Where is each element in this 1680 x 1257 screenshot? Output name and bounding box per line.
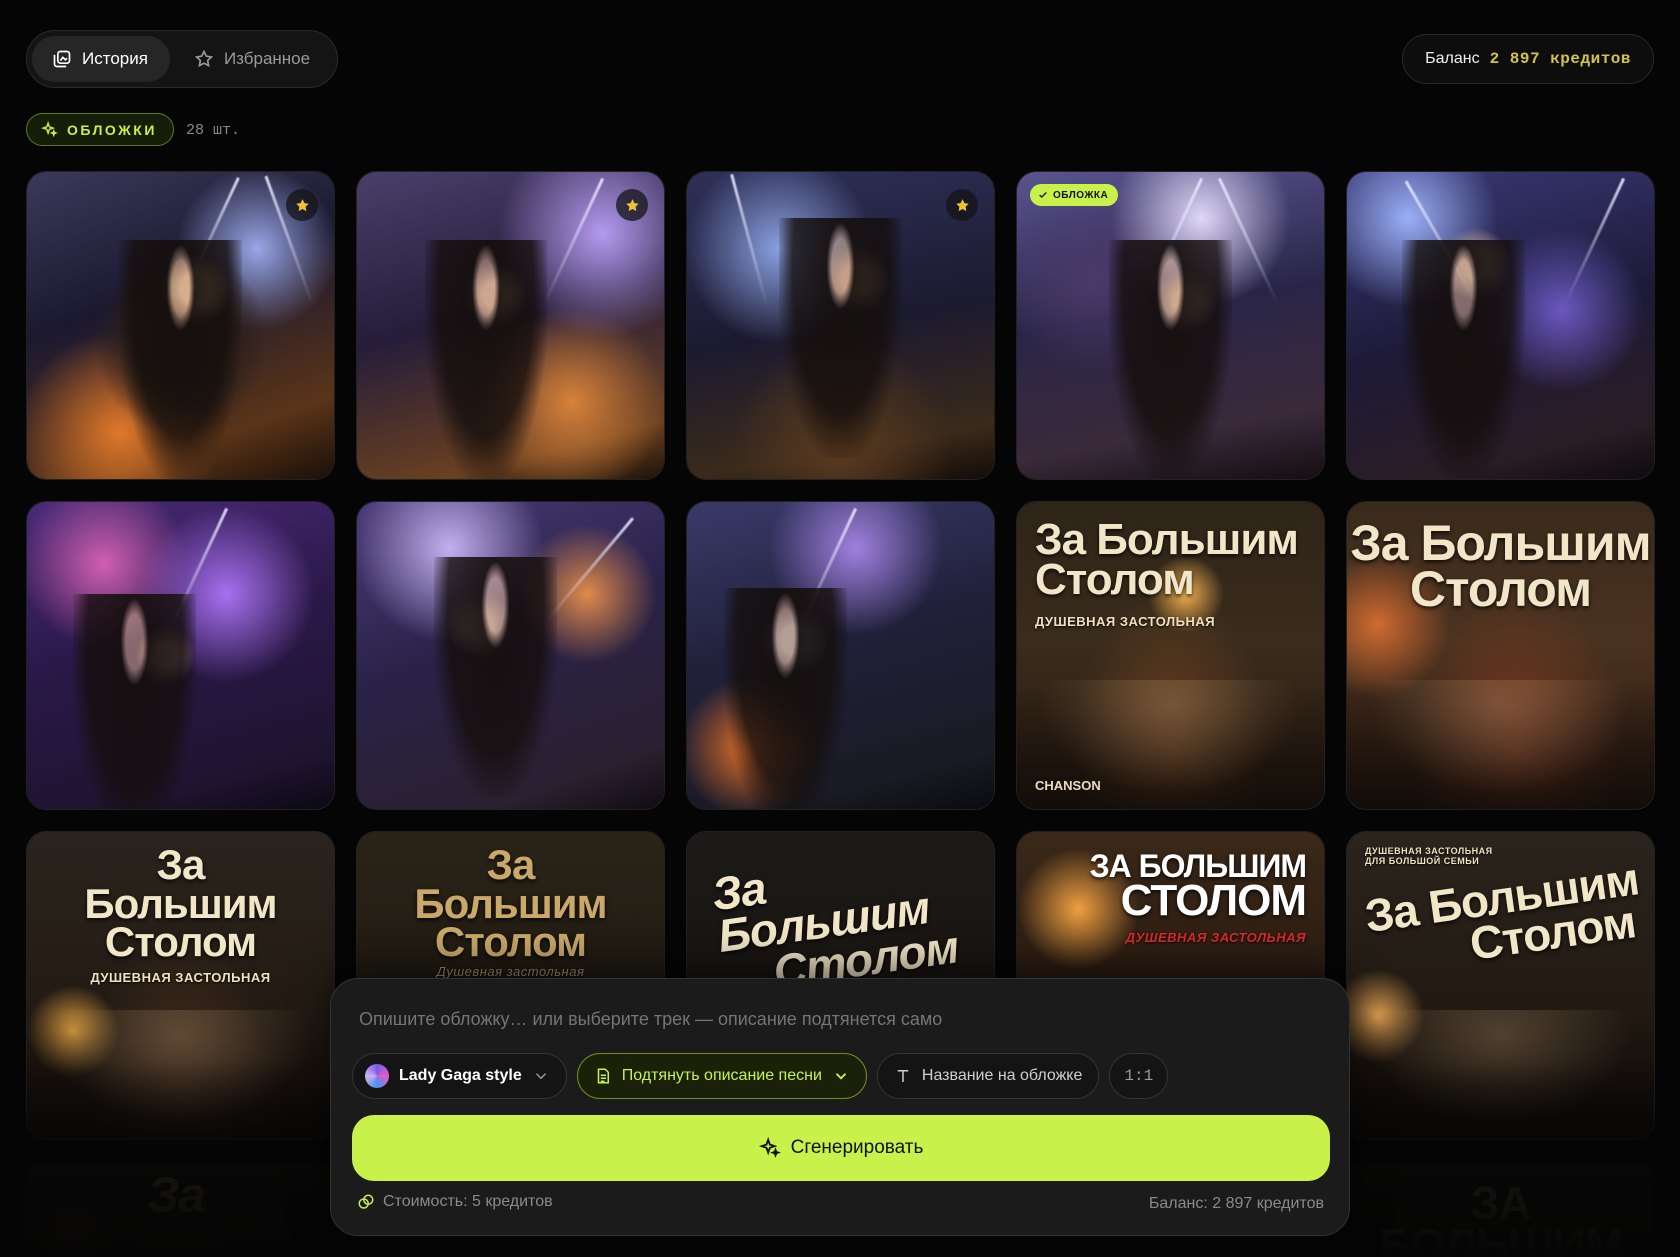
cover-card[interactable]: За Большим Столом ДУШЕВНАЯ ЗАСТОЛЬНАЯ: [26, 831, 335, 1140]
generate-button[interactable]: Сгенерировать: [352, 1115, 1330, 1181]
cover-title: За Большим Столом: [1347, 515, 1654, 617]
cover-title: За Большим Столом: [1035, 515, 1299, 605]
cover-brand: CHANSON: [1035, 778, 1101, 793]
composer-options: Lady Gaga style Подтянуть описание песни…: [352, 1053, 1169, 1099]
cover-title: За Большим Столом: [357, 841, 664, 966]
cover-card[interactable]: [356, 171, 665, 480]
cover-kicker-line: ДУШЕВНАЯ ЗАСТОЛЬНАЯ: [1365, 846, 1493, 856]
cover-card-selected[interactable]: ОБЛОЖКА: [1016, 171, 1325, 480]
balance-amount: 2 897 кредитов: [1489, 50, 1631, 68]
chevron-down-icon: [535, 1073, 546, 1080]
tab-favorites-label: Избранное: [223, 49, 311, 68]
favorite-toggle[interactable]: [946, 189, 978, 221]
favorite-toggle[interactable]: [286, 189, 318, 221]
cover-image: [1017, 172, 1324, 479]
star-outline-icon: [194, 49, 214, 68]
style-selector[interactable]: Lady Gaga style: [352, 1053, 567, 1099]
cover-card[interactable]: За Большим Столом: [1346, 501, 1655, 810]
cover-subtitle: ДУШЕВНАЯ ЗАСТОЛЬНАЯ: [1035, 614, 1216, 629]
document-icon: [597, 1068, 609, 1084]
cover-image: [27, 502, 334, 809]
cover-title-line: За: [156, 841, 206, 888]
cover-card[interactable]: [686, 171, 995, 480]
cover-title-button-label: Название на обложке: [921, 1067, 1083, 1084]
cover-card[interactable]: [26, 171, 335, 480]
balance-label: Баланс: [1425, 50, 1480, 67]
cover-title-line: СТОЛОМ: [1120, 876, 1307, 926]
cover-title: ЗА БОЛЬШИМ: [1378, 1177, 1624, 1257]
cover-card[interactable]: За Большим Столом ДУШЕВНАЯ ЗАСТОЛЬНАЯ CH…: [1016, 501, 1325, 810]
cover-title: ЗА БОЛЬШИМ СТОЛОМ: [1090, 850, 1307, 926]
cover-subtitle: ДУШЕВНАЯ ЗАСТОЛЬНАЯ: [90, 970, 271, 985]
tab-favorites[interactable]: Избранное: [174, 36, 332, 82]
cover-title-line: Столом: [1409, 561, 1592, 617]
check-icon: [1039, 192, 1047, 198]
cover-image: [1347, 172, 1654, 479]
cover-title-line: За: [486, 841, 536, 888]
cover-badge-label: ОБЛОЖКА: [1053, 189, 1109, 201]
cover-selected-badge: ОБЛОЖКА: [1030, 184, 1119, 206]
cover-card[interactable]: [356, 501, 665, 810]
cover-title-line: За Большим: [1035, 515, 1299, 564]
balance-indicator: Баланс 2 897 кредитов: [1402, 34, 1654, 84]
cost-info: Стоимость: 5 кредитов: [357, 1193, 553, 1211]
text-icon: [897, 1070, 909, 1082]
style-selector-label: Lady Gaga style: [399, 1067, 522, 1084]
cover-kicker: ДУШЕВНАЯ ЗАСТОЛЬНАЯ ДЛЯ БОЛЬШОЙ СЕМЬИ: [1365, 846, 1493, 866]
cover-card[interactable]: [686, 501, 995, 810]
cost-label: Стоимость: 5 кредитов: [383, 1193, 553, 1210]
coins-icon: [358, 1194, 374, 1209]
favorite-toggle[interactable]: [616, 189, 648, 221]
star-filled-icon: [295, 198, 309, 211]
covers-count: 28 шт.: [186, 122, 241, 139]
tab-history-label: История: [82, 49, 148, 68]
star-filled-icon: [625, 198, 639, 211]
star-filled-icon: [955, 198, 969, 211]
cover-image: [357, 172, 664, 479]
pull-song-description-label: Подтянуть описание песни: [621, 1067, 822, 1084]
cover-title: За Большим Столом: [27, 841, 334, 966]
cover-title-button[interactable]: Название на обложке: [876, 1053, 1100, 1099]
composer-balance: Баланс: 2 897 кредитов: [1148, 1195, 1324, 1212]
cover-card[interactable]: [26, 501, 335, 810]
cover-subtitle: Душевная застольная: [436, 964, 585, 979]
composer-panel: Lady Gaga style Подтянуть описание песни…: [330, 978, 1350, 1236]
cover-card[interactable]: [1346, 171, 1655, 480]
tab-history[interactable]: История: [32, 36, 170, 82]
prompt-input[interactable]: [359, 1009, 1319, 1030]
cover-card[interactable]: ЗА БОЛЬШИМ: [1346, 1161, 1655, 1257]
sparkles-icon: [758, 1137, 781, 1159]
view-tabs: История Избранное: [26, 30, 339, 88]
cover-image: [687, 172, 994, 479]
cover-image: [687, 502, 994, 809]
cover-title-line: Столом: [434, 918, 587, 966]
generate-button-label: Сгенерировать: [790, 1137, 924, 1158]
cover-image: [357, 502, 664, 809]
cover-title-line: За Большим: [1350, 515, 1651, 571]
pull-song-description-button[interactable]: Подтянуть описание песни: [576, 1053, 867, 1099]
style-avatar: [365, 1064, 389, 1088]
cover-title-line: Столом: [1035, 555, 1195, 605]
section-label: ОБЛОЖКИ: [67, 121, 157, 138]
aspect-ratio-selector[interactable]: 1:1: [1109, 1053, 1169, 1099]
cover-title: За: [147, 1167, 206, 1223]
cover-card[interactable]: ДУШЕВНАЯ ЗАСТОЛЬНАЯ ДЛЯ БОЛЬШОЙ СЕМЬИ За…: [1346, 831, 1655, 1140]
cover-subtitle: ДУШЕВНАЯ ЗАСТОЛЬНАЯ: [1125, 930, 1306, 945]
cover-image: [27, 172, 334, 479]
image-history-icon: [53, 50, 71, 68]
sparkles-icon: [41, 121, 58, 138]
cover-card[interactable]: За: [26, 1161, 335, 1257]
section-badge-covers: ОБЛОЖКИ: [26, 113, 174, 146]
cover-title-line: Столом: [104, 918, 257, 966]
chevron-down-icon: [835, 1073, 847, 1080]
cover-kicker-line: ДЛЯ БОЛЬШОЙ СЕМЬИ: [1365, 856, 1480, 866]
